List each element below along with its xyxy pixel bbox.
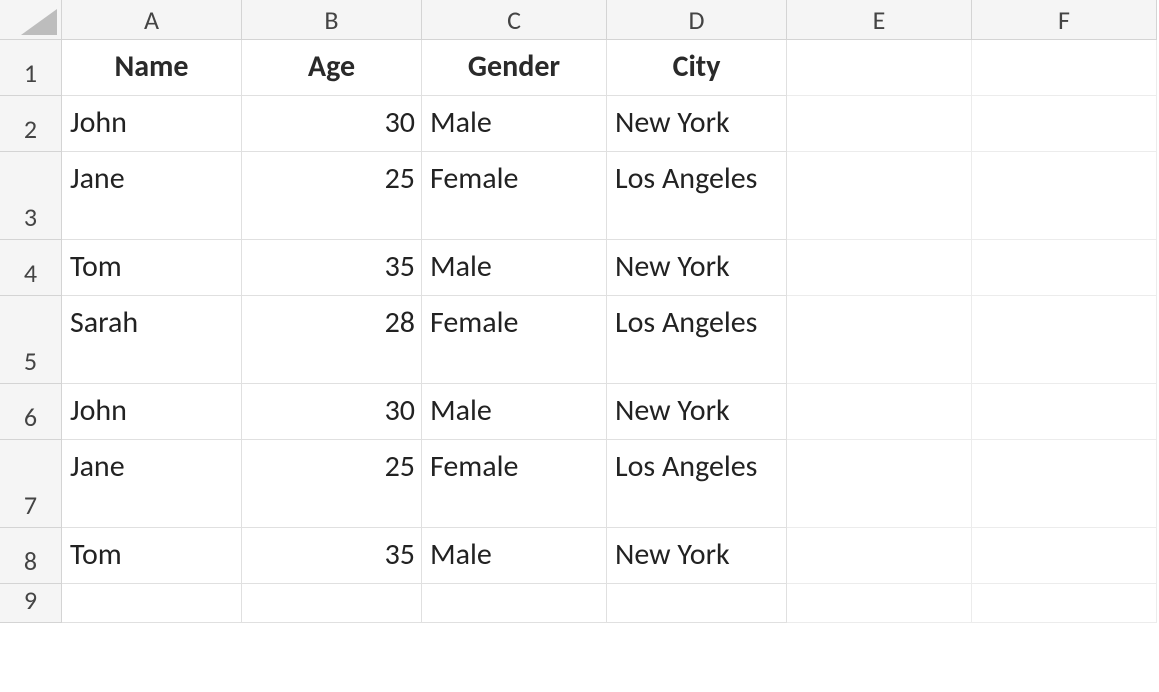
cell-a9[interactable] xyxy=(62,584,242,623)
cell-f3[interactable] xyxy=(972,152,1157,240)
cell-a3[interactable]: Jane xyxy=(62,152,242,240)
cell-a1[interactable]: Name xyxy=(62,40,242,96)
cell-f2[interactable] xyxy=(972,96,1157,152)
cell-a4[interactable]: Tom xyxy=(62,240,242,296)
cell-e7[interactable] xyxy=(787,440,972,528)
row-header-7[interactable]: 7 xyxy=(0,440,62,528)
cell-c5[interactable]: Female xyxy=(422,296,607,384)
cell-e4[interactable] xyxy=(787,240,972,296)
cell-c4[interactable]: Male xyxy=(422,240,607,296)
cell-c3[interactable]: Female xyxy=(422,152,607,240)
col-header-f[interactable]: F xyxy=(972,0,1157,40)
cell-f8[interactable] xyxy=(972,528,1157,584)
cell-f9[interactable] xyxy=(972,584,1157,623)
cell-b7[interactable]: 25 xyxy=(242,440,422,528)
cell-f5[interactable] xyxy=(972,296,1157,384)
cell-b3[interactable]: 25 xyxy=(242,152,422,240)
row-header-9[interactable]: 9 xyxy=(0,584,62,623)
cell-d5[interactable]: Los Angeles xyxy=(607,296,787,384)
cell-c8[interactable]: Male xyxy=(422,528,607,584)
cell-a5[interactable]: Sarah xyxy=(62,296,242,384)
cell-b6[interactable]: 30 xyxy=(242,384,422,440)
cell-d7[interactable]: Los Angeles xyxy=(607,440,787,528)
cell-a2[interactable]: John xyxy=(62,96,242,152)
cell-e1[interactable] xyxy=(787,40,972,96)
cell-e6[interactable] xyxy=(787,384,972,440)
col-header-a[interactable]: A xyxy=(62,0,242,40)
cell-b9[interactable] xyxy=(242,584,422,623)
cell-c9[interactable] xyxy=(422,584,607,623)
cell-f4[interactable] xyxy=(972,240,1157,296)
col-header-e[interactable]: E xyxy=(787,0,972,40)
cell-e2[interactable] xyxy=(787,96,972,152)
col-header-c[interactable]: C xyxy=(422,0,607,40)
cell-e9[interactable] xyxy=(787,584,972,623)
cell-d9[interactable] xyxy=(607,584,787,623)
cell-d1[interactable]: City xyxy=(607,40,787,96)
row-header-2[interactable]: 2 xyxy=(0,96,62,152)
cell-e3[interactable] xyxy=(787,152,972,240)
cell-d6[interactable]: New York xyxy=(607,384,787,440)
cell-f1[interactable] xyxy=(972,40,1157,96)
cell-e5[interactable] xyxy=(787,296,972,384)
select-all-corner[interactable] xyxy=(0,0,62,40)
cell-c1[interactable]: Gender xyxy=(422,40,607,96)
cell-f6[interactable] xyxy=(972,384,1157,440)
cell-b8[interactable]: 35 xyxy=(242,528,422,584)
cell-c2[interactable]: Male xyxy=(422,96,607,152)
row-header-8[interactable]: 8 xyxy=(0,528,62,584)
row-header-1[interactable]: 1 xyxy=(0,40,62,96)
cell-d3[interactable]: Los Angeles xyxy=(607,152,787,240)
row-header-3[interactable]: 3 xyxy=(0,152,62,240)
row-header-5[interactable]: 5 xyxy=(0,296,62,384)
cell-b2[interactable]: 30 xyxy=(242,96,422,152)
cell-d2[interactable]: New York xyxy=(607,96,787,152)
cell-c6[interactable]: Male xyxy=(422,384,607,440)
cell-c7[interactable]: Female xyxy=(422,440,607,528)
cell-b1[interactable]: Age xyxy=(242,40,422,96)
cell-e8[interactable] xyxy=(787,528,972,584)
col-header-b[interactable]: B xyxy=(242,0,422,40)
cell-b5[interactable]: 28 xyxy=(242,296,422,384)
cell-a6[interactable]: John xyxy=(62,384,242,440)
cell-f7[interactable] xyxy=(972,440,1157,528)
row-header-4[interactable]: 4 xyxy=(0,240,62,296)
spreadsheet-grid[interactable]: A B C D E F 1 Name Age Gender City 2 Joh… xyxy=(0,0,1159,623)
cell-a8[interactable]: Tom xyxy=(62,528,242,584)
col-header-d[interactable]: D xyxy=(607,0,787,40)
cell-a7[interactable]: Jane xyxy=(62,440,242,528)
row-header-6[interactable]: 6 xyxy=(0,384,62,440)
cell-b4[interactable]: 35 xyxy=(242,240,422,296)
cell-d4[interactable]: New York xyxy=(607,240,787,296)
cell-d8[interactable]: New York xyxy=(607,528,787,584)
